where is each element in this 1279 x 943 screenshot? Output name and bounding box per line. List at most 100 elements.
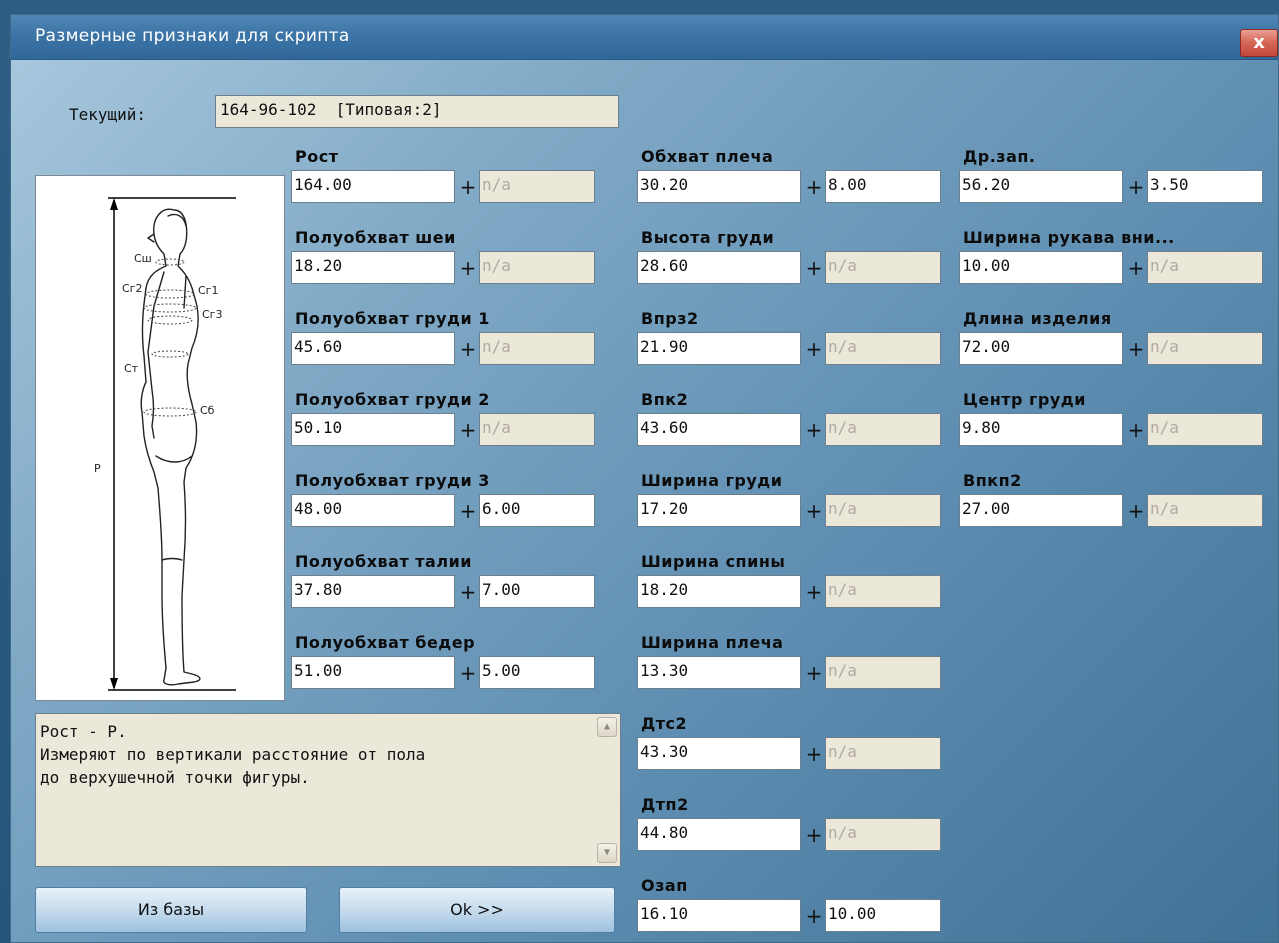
- tolerance-input: n/a: [825, 494, 941, 527]
- plus-sign: +: [1127, 256, 1145, 280]
- tolerance-input[interactable]: 8.00: [825, 170, 941, 203]
- measurement-field: Полуобхват шеи 18.20 + n/a: [291, 228, 601, 288]
- close-button[interactable]: x: [1240, 29, 1278, 57]
- tolerance-input[interactable]: 5.00: [479, 656, 595, 689]
- tolerance-input: n/a: [825, 575, 941, 608]
- description-line: до верхушечной точки фигуры.: [40, 768, 310, 787]
- plus-sign: +: [1127, 337, 1145, 361]
- measurement-label: Ширина груди: [641, 471, 783, 490]
- measurement-field: Полуобхват груди 3 48.00 +6.00: [291, 471, 601, 531]
- plus-sign: +: [805, 742, 823, 766]
- plus-sign: +: [805, 499, 823, 523]
- measurement-value-input[interactable]: 16.10: [637, 899, 801, 932]
- measurement-label: Дтп2: [641, 795, 689, 814]
- measurement-value-input[interactable]: 10.00: [959, 251, 1123, 284]
- measurement-value-input[interactable]: 13.30: [637, 656, 801, 689]
- plus-sign: +: [805, 661, 823, 685]
- current-value-field: 164-96-102 [Типовая:2]: [215, 95, 619, 128]
- measurement-value-input[interactable]: 18.20: [291, 251, 455, 284]
- scroll-down-icon[interactable]: ▼: [597, 843, 617, 863]
- measurement-field: Длина изделия 72.00 + n/a: [959, 309, 1269, 369]
- scroll-up-icon[interactable]: ▲: [597, 717, 617, 737]
- measurement-label: Ширина спины: [641, 552, 786, 571]
- figure-label-sg1: Сг1: [198, 284, 218, 297]
- tolerance-input: n/a: [825, 332, 941, 365]
- measurement-value-input[interactable]: 17.20: [637, 494, 801, 527]
- measurement-field: Дтп2 44.80 + n/a: [637, 795, 947, 855]
- measurement-field: Впк2 43.60 + n/a: [637, 390, 947, 450]
- measurement-label: Дтс2: [641, 714, 688, 733]
- measurement-field: Др.зап. 56.20 +3.50: [959, 147, 1269, 207]
- measurement-value-input[interactable]: 18.20: [637, 575, 801, 608]
- measurement-label: Длина изделия: [963, 309, 1112, 328]
- body-figure-panel: Сш Сг2 Сг1 Сг3 Ст Сб Р: [35, 175, 285, 701]
- figure-label-sg3: Сг3: [202, 308, 222, 321]
- tolerance-input[interactable]: 7.00: [479, 575, 595, 608]
- measurement-label: Полуобхват груди 3: [295, 471, 490, 490]
- tolerance-input: n/a: [479, 251, 595, 284]
- plus-sign: +: [459, 337, 477, 361]
- tolerance-input: n/a: [825, 413, 941, 446]
- description-box: Рост - Р. Измеряют по вертикали расстоян…: [35, 713, 621, 867]
- plus-sign: +: [459, 256, 477, 280]
- description-scrollbar[interactable]: ▲ ▼: [595, 715, 619, 865]
- tolerance-input[interactable]: 3.50: [1147, 170, 1263, 203]
- ok-button[interactable]: Ok >>: [339, 887, 615, 933]
- measurement-value-input[interactable]: 43.60: [637, 413, 801, 446]
- measurement-field: Центр груди 9.80 + n/a: [959, 390, 1269, 450]
- measurement-value-input[interactable]: 51.00: [291, 656, 455, 689]
- measurement-value-input[interactable]: 44.80: [637, 818, 801, 851]
- tolerance-input: n/a: [479, 332, 595, 365]
- measurement-field: Высота груди 28.60 + n/a: [637, 228, 947, 288]
- measurement-field: Впрз2 21.90 + n/a: [637, 309, 947, 369]
- measurement-value-input[interactable]: 27.00: [959, 494, 1123, 527]
- measurement-label: Впкп2: [963, 471, 1022, 490]
- plus-sign: +: [459, 418, 477, 442]
- measurement-field: Ширина спины 18.20 + n/a: [637, 552, 947, 612]
- measurement-label: Полуобхват талии: [295, 552, 472, 571]
- measurement-field: Полуобхват талии 37.80 +7.00: [291, 552, 601, 612]
- measurement-label: Полуобхват груди 1: [295, 309, 490, 328]
- measurement-value-input[interactable]: 45.60: [291, 332, 455, 365]
- measurement-value-input[interactable]: 48.00: [291, 494, 455, 527]
- plus-sign: +: [459, 580, 477, 604]
- measurement-label: Рост: [295, 147, 339, 166]
- tolerance-input[interactable]: 6.00: [479, 494, 595, 527]
- tolerance-input: n/a: [1147, 251, 1263, 284]
- measurement-value-input[interactable]: 30.20: [637, 170, 801, 203]
- measurement-field: Полуобхват груди 1 45.60 + n/a: [291, 309, 601, 369]
- measurement-field: Ширина груди 17.20 + n/a: [637, 471, 947, 531]
- figure-label-sg2: Сг2: [122, 282, 142, 295]
- measurement-value-input[interactable]: 164.00: [291, 170, 455, 203]
- measurement-value-input[interactable]: 21.90: [637, 332, 801, 365]
- measurement-field: Ширина плеча 13.30 + n/a: [637, 633, 947, 693]
- measurement-value-input[interactable]: 9.80: [959, 413, 1123, 446]
- description-line: Измеряют по вертикали расстояние от пола: [40, 745, 426, 764]
- measurement-label: Полуобхват шеи: [295, 228, 456, 247]
- tolerance-input[interactable]: 10.00: [825, 899, 941, 932]
- measurement-value-input[interactable]: 56.20: [959, 170, 1123, 203]
- plus-sign: +: [805, 175, 823, 199]
- measurement-field: Ширина рукава вни... 10.00 + n/a: [959, 228, 1269, 288]
- measurement-value-input[interactable]: 28.60: [637, 251, 801, 284]
- dialog-window: Размерные признаки для скрипта x Текущий…: [10, 14, 1279, 943]
- plus-sign: +: [1127, 175, 1145, 199]
- measurement-value-input[interactable]: 43.30: [637, 737, 801, 770]
- measurement-field: Обхват плеча 30.20 +8.00: [637, 147, 947, 207]
- title-bar[interactable]: Размерные признаки для скрипта x: [11, 15, 1278, 60]
- tolerance-input: n/a: [1147, 332, 1263, 365]
- measurement-value-input[interactable]: 37.80: [291, 575, 455, 608]
- from-database-button[interactable]: Из базы: [35, 887, 307, 933]
- measurement-value-input[interactable]: 50.10: [291, 413, 455, 446]
- measurement-field: Полуобхват бедер 51.00 +5.00: [291, 633, 601, 693]
- plus-sign: +: [805, 823, 823, 847]
- tolerance-input: n/a: [825, 656, 941, 689]
- plus-sign: +: [805, 337, 823, 361]
- body-figure-illustration: Сш Сг2 Сг1 Сг3 Ст Сб Р: [94, 197, 236, 691]
- measurement-value-input[interactable]: 72.00: [959, 332, 1123, 365]
- measurement-field: Полуобхват груди 2 50.10 + n/a: [291, 390, 601, 450]
- tolerance-input: n/a: [1147, 413, 1263, 446]
- plus-sign: +: [805, 256, 823, 280]
- tolerance-input: n/a: [825, 251, 941, 284]
- tolerance-input: n/a: [825, 818, 941, 851]
